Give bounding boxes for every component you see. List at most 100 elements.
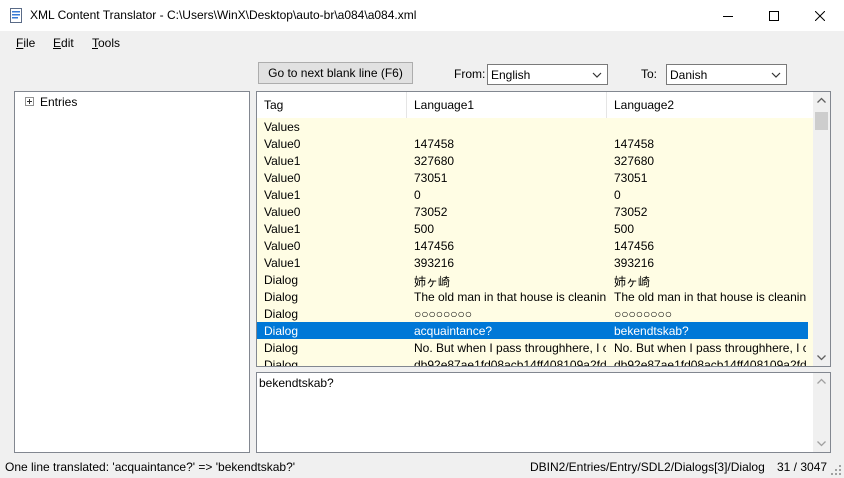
to-language-select[interactable]: Danish — [666, 64, 787, 85]
maximize-button[interactable] — [751, 0, 797, 31]
scroll-down-button[interactable] — [813, 435, 830, 452]
scrollbar-thumb[interactable] — [815, 112, 828, 130]
menu-bar: File Edit Tools — [0, 31, 844, 55]
table-row[interactable]: Value0 147458 147458 — [257, 135, 808, 152]
cell-language1: 73052 — [414, 205, 448, 219]
scroll-down-button[interactable] — [813, 349, 830, 366]
cell-tag: Value1 — [264, 188, 301, 202]
entries-tree[interactable]: Entries — [14, 91, 250, 453]
cell-tag: Dialog — [264, 273, 299, 287]
cell-language2: 147458 — [614, 137, 655, 151]
table-row[interactable]: Value0 73052 73052 — [257, 203, 808, 220]
grid-vertical-scrollbar[interactable] — [813, 92, 830, 366]
grid-header: Tag Language1 Language2 — [257, 92, 813, 119]
cell-language1: 327680 — [414, 154, 455, 168]
menu-tools[interactable]: Tools — [92, 36, 120, 50]
status-line-count: 31 / 3047 — [777, 460, 828, 474]
translation-grid[interactable]: Tag Language1 Language2 Values Value0 1474… — [256, 91, 831, 367]
title-bar: XML Content Translator - C:\Users\WinX\D… — [0, 0, 844, 31]
translation-textbox[interactable]: bekendtskab? — [256, 372, 831, 453]
column-header-language1[interactable]: Language1 — [407, 92, 607, 118]
cell-language2: The old man in that house is cleaning ..… — [614, 290, 806, 304]
resize-grip-icon[interactable] — [830, 464, 842, 476]
cell-language2: No. But when I pass throughhere, I cl... — [614, 341, 806, 355]
chevron-down-icon — [817, 441, 826, 447]
table-row[interactable]: Value1 0 0 — [257, 186, 808, 203]
translation-text[interactable]: bekendtskab? — [259, 376, 334, 390]
cell-tag: Dialog — [264, 290, 299, 304]
chevron-up-icon — [817, 97, 826, 103]
cell-tag: Dialog — [264, 358, 299, 366]
cell-language2: 73051 — [614, 171, 648, 185]
status-xml-path: DBIN2/Entries/Entry/SDL2/Dialogs[3]/Dial… — [530, 460, 765, 474]
xml-app-icon — [10, 8, 22, 23]
table-row[interactable]: Value1 327680 327680 — [257, 152, 808, 169]
status-message: One line translated: 'acquaintance?' => … — [5, 460, 296, 474]
table-row[interactable]: Dialog db92e87ae1fd08acb14ff408109a2fd db9… — [257, 356, 808, 366]
cell-tag: Value0 — [264, 205, 301, 219]
expand-plus-icon[interactable] — [25, 97, 34, 106]
cell-language1: 393216 — [414, 256, 455, 270]
cell-tag: Value0 — [264, 239, 301, 253]
close-icon — [815, 10, 825, 21]
table-row[interactable]: Value0 73051 73051 — [257, 169, 808, 186]
table-row[interactable]: Dialog ○○○○○○○○ ○○○○○○○○ — [257, 305, 808, 322]
from-label: From: — [454, 67, 486, 81]
cell-language1: db92e87ae1fd08acb14ff408109a2fd — [414, 358, 606, 366]
cell-language1: 73051 — [414, 171, 448, 185]
cell-language2: 393216 — [614, 256, 655, 270]
scroll-up-button[interactable] — [813, 92, 830, 109]
cell-tag: Dialog — [264, 324, 299, 338]
cell-language2: bekendtskab? — [614, 324, 689, 338]
cell-tag: Values — [264, 120, 300, 134]
cell-language2: 327680 — [614, 154, 655, 168]
cell-tag: Value1 — [264, 154, 301, 168]
cell-language1: 500 — [414, 222, 435, 236]
table-row[interactable]: Dialog No. But when I pass throughhere, I… — [257, 339, 808, 356]
cell-language2: 0 — [614, 188, 621, 202]
cell-tag: Dialog — [264, 341, 299, 355]
cell-language1: The old man in that house is cleaning ..… — [414, 290, 606, 304]
scroll-up-button[interactable] — [813, 373, 830, 390]
grid-body: Values Value0 147458 147458 Value1 327680 3276… — [257, 118, 813, 366]
cell-tag: Value1 — [264, 256, 301, 270]
cell-language2: ○○○○○○○○ — [614, 307, 672, 321]
table-row[interactable]: Dialog The old man in that house is clean… — [257, 288, 808, 305]
editor-vertical-scrollbar[interactable] — [813, 373, 830, 452]
minimize-button[interactable] — [705, 0, 751, 31]
table-row[interactable]: Dialog acquaintance? bekendtskab? — [257, 322, 808, 339]
cell-language1: 147456 — [414, 239, 455, 253]
from-language-select[interactable]: English — [487, 64, 608, 85]
minimize-icon — [723, 15, 733, 17]
to-label: To: — [641, 67, 658, 81]
table-row[interactable]: Value1 500 500 — [257, 220, 808, 237]
cell-language1: 147458 — [414, 137, 455, 151]
cell-language2: db92e87ae1fd08acb14ff408109a2fd — [614, 358, 806, 366]
table-row[interactable]: Values — [257, 118, 808, 135]
cell-tag: Value0 — [264, 171, 301, 185]
column-header-tag[interactable]: Tag — [257, 92, 407, 118]
cell-language2: 73052 — [614, 205, 648, 219]
next-blank-line-button[interactable]: Go to next blank line (F6) — [258, 62, 413, 84]
table-row[interactable]: Value1 393216 393216 — [257, 254, 808, 271]
menu-edit[interactable]: Edit — [53, 36, 74, 50]
window-title: XML Content Translator - C:\Users\WinX\D… — [30, 8, 417, 22]
column-header-language2[interactable]: Language2 — [607, 92, 813, 118]
from-language-value: English — [491, 68, 531, 82]
cell-tag: Value1 — [264, 222, 301, 236]
cell-language2: 147456 — [614, 239, 655, 253]
chevron-down-icon — [817, 355, 826, 361]
close-button[interactable] — [797, 0, 843, 31]
menu-file[interactable]: File — [16, 36, 35, 50]
cell-language1: No. But when I pass throughhere, I cl... — [414, 341, 606, 355]
cell-language1: 0 — [414, 188, 421, 202]
tree-node-entries[interactable]: Entries — [40, 95, 77, 109]
cell-language2: 500 — [614, 222, 635, 236]
table-row[interactable]: Value0 147456 147456 — [257, 237, 808, 254]
chevron-down-icon — [771, 72, 781, 78]
cell-language1: acquaintance? — [414, 324, 493, 338]
table-row[interactable]: Dialog 姉ヶ崎 姉ヶ崎 — [257, 271, 808, 289]
cell-tag: Dialog — [264, 307, 299, 321]
to-language-value: Danish — [670, 68, 708, 82]
chevron-down-icon — [592, 72, 602, 78]
